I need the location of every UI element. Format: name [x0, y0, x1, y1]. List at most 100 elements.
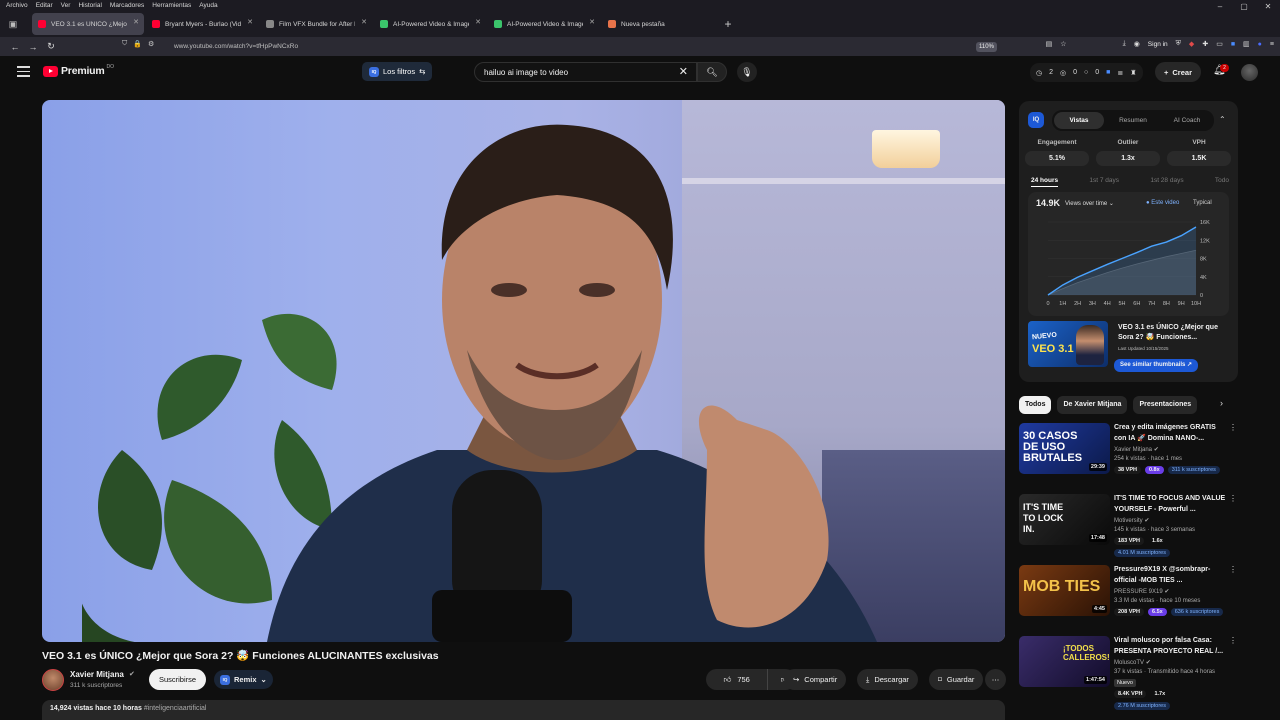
rec-thumbnail[interactable]: MOB TIES 4:45 — [1019, 565, 1110, 616]
list-item[interactable]: IT'S TIME TO LOCK IN. 17:48 IT'S TIME TO… — [1019, 494, 1238, 557]
create-button[interactable]: + Crear — [1155, 62, 1201, 82]
menu-historial[interactable]: Historial — [78, 2, 101, 9]
close-tab-icon[interactable]: ✕ — [247, 18, 253, 26]
more-vert-icon[interactable]: ⋮ — [1229, 423, 1237, 432]
browser-tab[interactable]: Film VFX Bundle for After Effec ✕ — [260, 13, 372, 35]
rec-channel[interactable]: Motiversity ✔ — [1114, 517, 1149, 524]
url-bar[interactable]: ⛉ 🔒 ⚙ www.youtube.com/watch?v=tfHpPwNCxR… — [118, 39, 1043, 54]
new-tab-icon[interactable]: + — [720, 17, 736, 31]
shield-icon[interactable]: ⛉ — [122, 40, 127, 48]
browser-tab[interactable]: AI-Powered Video & Image Ge ✕ — [488, 13, 600, 35]
permissions-icon[interactable]: ⚙ — [148, 40, 154, 48]
downloads-icon[interactable]: ⤓ — [1123, 40, 1126, 48]
share-button[interactable]: ↪ Compartir — [784, 669, 847, 690]
more-vert-icon[interactable]: ⋮ — [1229, 565, 1237, 574]
reader-view-icon[interactable]: ▤ — [1046, 40, 1053, 48]
list-item[interactable]: ¡TODOS CALLEROS! 1:47:54 Viral molusco p… — [1019, 636, 1238, 710]
description-box[interactable]: 14,924 vistas hace 10 horas #inteligenci… — [42, 700, 1005, 720]
clear-search-icon[interactable]: ✕ — [679, 65, 688, 78]
chevron-right-icon[interactable]: › — [1220, 398, 1223, 408]
save-button[interactable]: ⌑ Guardar — [929, 669, 984, 690]
voice-search-button[interactable]: 🎙︎ — [737, 62, 757, 82]
tab-ai-coach[interactable]: AI Coach — [1162, 112, 1212, 129]
chip-todos[interactable]: Todos — [1019, 396, 1052, 414]
menu-herramientas[interactable]: Herramientas — [152, 2, 191, 9]
filters-button[interactable]: IQ Los filtros ⇆ — [362, 62, 433, 81]
rec-title[interactable]: IT'S TIME TO FOCUS AND VALUE YOURSELF - … — [1114, 494, 1226, 515]
browser-tab[interactable]: AI-Powered Video & Image Ge ✕ — [374, 13, 486, 35]
video-player[interactable] — [42, 100, 1005, 642]
rec-thumbnail[interactable]: 30 CASOS DE USO BRUTALES 29:39 — [1019, 423, 1110, 474]
lock-icon[interactable]: 🔒 — [133, 40, 142, 48]
rec-title[interactable]: Pressure9X19 X @sombrapr-official -MOB T… — [1114, 565, 1226, 586]
menu-editar[interactable]: Editar — [36, 2, 53, 9]
youtube-logo[interactable]: Premium DO — [43, 64, 114, 77]
bookmark-star-icon[interactable]: ☆ — [1060, 40, 1066, 48]
rec-thumbnail[interactable]: ¡TODOS CALLEROS! 1:47:54 — [1019, 636, 1110, 687]
back-icon[interactable]: ← — [6, 42, 24, 52]
list-item[interactable]: MOB TIES 4:45 Pressure9X19 X @sombrapr-o… — [1019, 565, 1238, 625]
search-input[interactable]: hailuo ai image to video ✕ — [474, 62, 697, 82]
similar-thumbnails-button[interactable]: See similar thumbnails ↗ — [1114, 359, 1199, 372]
channel-avatar[interactable] — [42, 669, 64, 691]
ublock-icon[interactable]: ⛨ — [1176, 40, 1181, 48]
close-tab-icon[interactable]: ✕ — [361, 18, 367, 26]
menu-marcadores[interactable]: Marcadores — [110, 2, 144, 9]
rec-channel[interactable]: PRESSURE 9X19 ✔ — [1114, 588, 1169, 595]
video-thumbnail[interactable]: NUEVO VEO 3.1 — [1028, 321, 1108, 367]
tab-vistas[interactable]: Vistas — [1054, 112, 1104, 129]
tab-resumen[interactable]: Resumen — [1108, 112, 1158, 129]
rec-title[interactable]: Crea y edita imágenes GRATIS con IA 🚀 Do… — [1114, 423, 1226, 444]
hashtag-link[interactable]: #inteligenciaartificial — [144, 705, 207, 712]
close-tab-icon[interactable]: ✕ — [133, 18, 139, 26]
menu-ayuda[interactable]: Ayuda — [199, 2, 217, 9]
menu-icon[interactable]: ≡ — [1270, 41, 1274, 48]
extension-red-icon[interactable]: ◆ — [1189, 40, 1194, 48]
sidebar-icon[interactable]: ▭ — [1216, 40, 1223, 48]
rec-channel[interactable]: MoluscoTV ✔ — [1114, 659, 1151, 666]
account-icon[interactable]: ◉ — [1134, 40, 1140, 48]
rec-channel[interactable]: Xavier Mitjana ✔ — [1114, 446, 1159, 453]
more-vert-icon[interactable]: ⋮ — [1229, 494, 1237, 503]
extensions-icon[interactable]: ✚ — [1202, 40, 1208, 48]
download-button[interactable]: ⤓ Descargar — [857, 669, 918, 690]
list-icon[interactable]: ≣ — [1117, 69, 1123, 77]
chip-channel[interactable]: De Xavier Mitjana — [1057, 396, 1128, 414]
chip-presentaciones[interactable]: Presentaciones — [1133, 396, 1198, 414]
rec-thumbnail[interactable]: IT'S TIME TO LOCK IN. 17:48 — [1019, 494, 1110, 545]
remix-button[interactable]: IQ Remix ⌄ — [214, 670, 273, 689]
browser-tab[interactable]: Nueva pestaña — [602, 13, 714, 35]
forward-icon[interactable]: → — [24, 42, 42, 52]
extension-blue-icon[interactable]: ■ — [1231, 41, 1235, 48]
rec-title[interactable]: Viral molusco por falsa Casa: PRESENTA P… — [1114, 636, 1226, 657]
browser-tab[interactable]: Bryant Myers - Burlao (Video O ✕ — [146, 13, 258, 35]
tab-overview-icon[interactable]: ▣ — [6, 17, 20, 31]
close-tab-icon[interactable]: ✕ — [475, 18, 481, 26]
menu-archivo[interactable]: Archivo — [6, 2, 28, 9]
extension-gray-icon[interactable]: ▥ — [1243, 40, 1250, 48]
sign-in-button[interactable]: Sign in — [1148, 41, 1168, 48]
zoom-level[interactable]: 110% — [976, 42, 997, 52]
search-button[interactable]: 🔍︎ — [697, 62, 727, 82]
range-24h[interactable]: 24 hours — [1031, 177, 1059, 187]
like-button[interactable]: 👍︎ 756 — [706, 669, 769, 690]
user-avatar[interactable] — [1241, 64, 1258, 81]
profile-circle-icon[interactable]: ● — [1258, 41, 1262, 48]
range-7d[interactable]: 1st 7 days — [1089, 177, 1119, 187]
range-all[interactable]: Todo — [1215, 177, 1229, 187]
list-item[interactable]: 30 CASOS DE USO BRUTALES 29:39 Crea y ed… — [1019, 423, 1238, 483]
channel-name[interactable]: Xavier Mitjana — [70, 670, 124, 679]
hamburger-menu-icon[interactable] — [17, 66, 30, 80]
more-actions-icon[interactable]: ⋯ — [985, 669, 1006, 690]
collapse-chevron-icon[interactable]: ⌃ — [1219, 115, 1226, 124]
subscribe-button[interactable]: Suscribirse — [149, 669, 206, 690]
menu-ver[interactable]: Ver — [61, 2, 71, 9]
reload-icon[interactable]: ↻ — [42, 41, 60, 52]
range-28d[interactable]: 1st 28 days — [1150, 177, 1183, 187]
extension-stats-pill[interactable]: ◷ 2 ◎ 0 ○ 0 ■ ≣ ♜ — [1030, 63, 1143, 82]
more-vert-icon[interactable]: ⋮ — [1229, 636, 1237, 645]
trophy-icon[interactable]: ♜ — [1130, 69, 1136, 77]
browser-tab[interactable]: VEO 3.1 es ÚNICO ¿Mejor q ✕ — [32, 13, 144, 35]
url-text[interactable]: www.youtube.com/watch?v=tfHpPwNCxRo — [174, 43, 298, 50]
close-tab-icon[interactable]: ✕ — [589, 18, 595, 26]
